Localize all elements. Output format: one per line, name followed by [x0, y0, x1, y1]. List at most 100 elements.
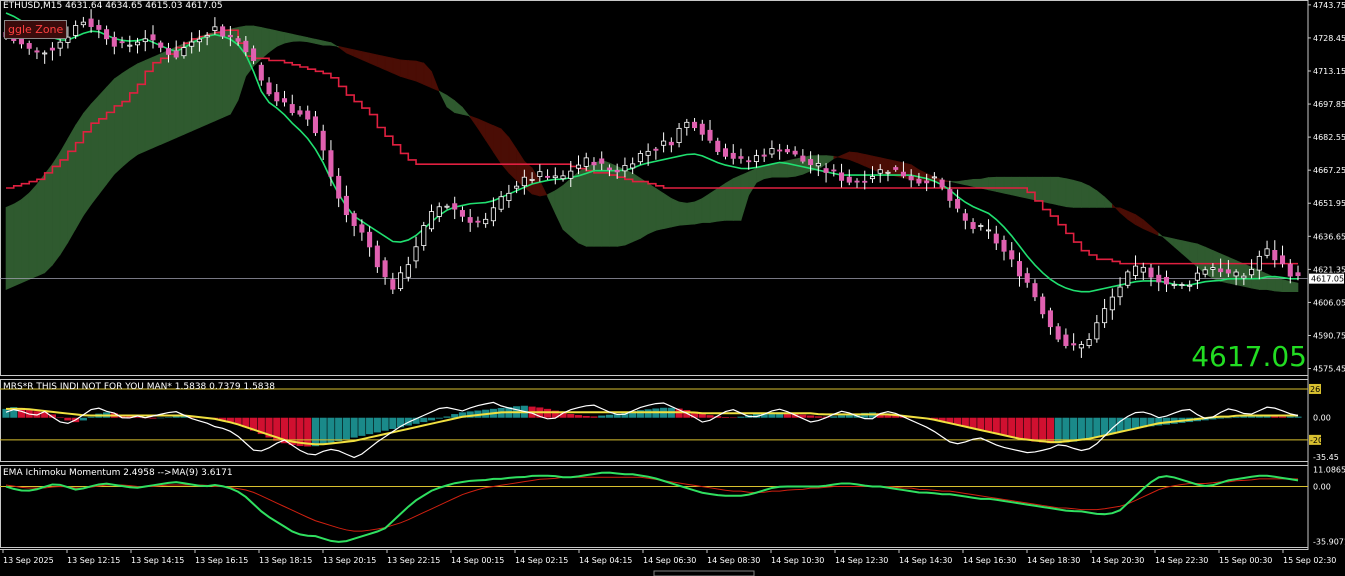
candle-body [127, 44, 133, 47]
candle-body [715, 140, 721, 152]
histogram-bar [304, 417, 312, 447]
cloud-segment [632, 172, 641, 243]
candle-body [893, 167, 899, 170]
candle-body [1233, 271, 1239, 277]
cloud-segment [67, 124, 76, 244]
histogram-bar [1124, 417, 1132, 431]
cloud-segment [640, 177, 649, 239]
candle-body [839, 172, 845, 181]
histogram-bar [443, 416, 451, 418]
cloud-segment [972, 178, 982, 189]
candle-body [18, 38, 25, 45]
candle-body [986, 229, 992, 232]
candle-body [583, 157, 589, 167]
histogram-bar [830, 416, 838, 418]
histogram-bar [1008, 417, 1016, 437]
candle-body [235, 38, 241, 42]
cloud-segment [732, 174, 742, 221]
cloud-segment [160, 49, 169, 145]
histogram-bar [1077, 417, 1085, 441]
candle-body [1241, 275, 1247, 279]
histogram-bar [342, 417, 350, 440]
cloud-segment [129, 63, 138, 161]
candle-body [1125, 271, 1131, 286]
candle-body [831, 169, 837, 172]
time-tick-label: 14 Sep 10:30 [771, 556, 824, 565]
candle-body [305, 110, 311, 120]
histogram-bar [721, 417, 730, 418]
candle-body [931, 176, 937, 179]
cloud-segment [98, 86, 107, 196]
cloud-segment [1050, 176, 1059, 206]
histogram-bar [543, 408, 552, 418]
cloud-segment [106, 78, 115, 186]
histogram-bar [56, 417, 64, 419]
time-tick-label: 14 Sep 02:15 [515, 556, 568, 565]
candle-body [220, 26, 226, 37]
histogram-bar [1294, 416, 1302, 418]
histogram-bar [427, 417, 436, 421]
cloud-segment [1274, 276, 1283, 293]
candle-body [761, 154, 767, 157]
cloud-segment [137, 59, 146, 156]
cloud-segment [1042, 176, 1051, 204]
cloud-segment [1073, 179, 1082, 208]
candle-body [57, 41, 63, 49]
candle-body [1279, 255, 1286, 265]
histogram-bar [1031, 417, 1039, 442]
candle-body [668, 141, 674, 146]
cloud-segment [1081, 181, 1090, 208]
cloud-segment [616, 165, 626, 247]
cloud-segment [1057, 176, 1067, 208]
price-tick-label: 4743.75 [1313, 1, 1345, 10]
cloud-segment [121, 67, 131, 168]
cloud-segment [578, 166, 587, 247]
histogram-bar [729, 417, 737, 419]
cloud-segment [191, 36, 200, 132]
toggle-zone-button[interactable]: ggle Zone [4, 20, 68, 39]
histogram-bar [311, 417, 320, 447]
candle-body [1063, 334, 1069, 346]
candle-body [645, 150, 651, 156]
candle-body [707, 129, 713, 141]
cloud-segment [415, 60, 425, 85]
candle-body [158, 42, 164, 48]
cloud-segment [400, 59, 409, 80]
candle-body [1078, 344, 1084, 349]
candle-body [661, 140, 667, 146]
candle-body [1202, 269, 1208, 275]
candle-body [622, 165, 628, 172]
price-tick-label: 4682.55 [1313, 133, 1345, 142]
histogram-bar [327, 417, 335, 443]
histogram-bar [807, 415, 815, 418]
candle-body [1148, 267, 1154, 278]
candle-body [405, 264, 411, 278]
candle-body [1194, 272, 1200, 281]
candle-body [506, 192, 512, 202]
candle-body [49, 47, 55, 51]
candle-body [413, 246, 419, 262]
candle-body [34, 50, 40, 53]
indicator2-tick-label: -35.9071 [1313, 538, 1345, 547]
trading-chart[interactable]: 4743.75 4728.45 4713.15 4697.85 4682.55 4667.… [0, 0, 1345, 576]
candle-body [173, 50, 179, 58]
cloud-segment [59, 137, 69, 256]
candle-body [274, 92, 280, 102]
cloud-segment [90, 94, 100, 206]
histogram-bar [1070, 417, 1078, 442]
candle-body [846, 176, 852, 183]
candle-body [1287, 263, 1293, 277]
candle-body [428, 211, 435, 230]
candle-body [320, 130, 326, 151]
candle-body [1071, 343, 1077, 346]
cloud-segment [1003, 176, 1013, 196]
candle-body [1055, 326, 1061, 340]
candle-body [150, 34, 156, 41]
candle-body [916, 178, 922, 184]
last-price-tag-label: 4617.05 [1311, 275, 1344, 284]
price-tick-label: 4651.95 [1313, 199, 1345, 208]
cloud-segment [624, 169, 633, 246]
cloud-segment [1011, 176, 1020, 197]
cloud-segment [392, 57, 401, 77]
histogram-bar [1217, 417, 1225, 419]
